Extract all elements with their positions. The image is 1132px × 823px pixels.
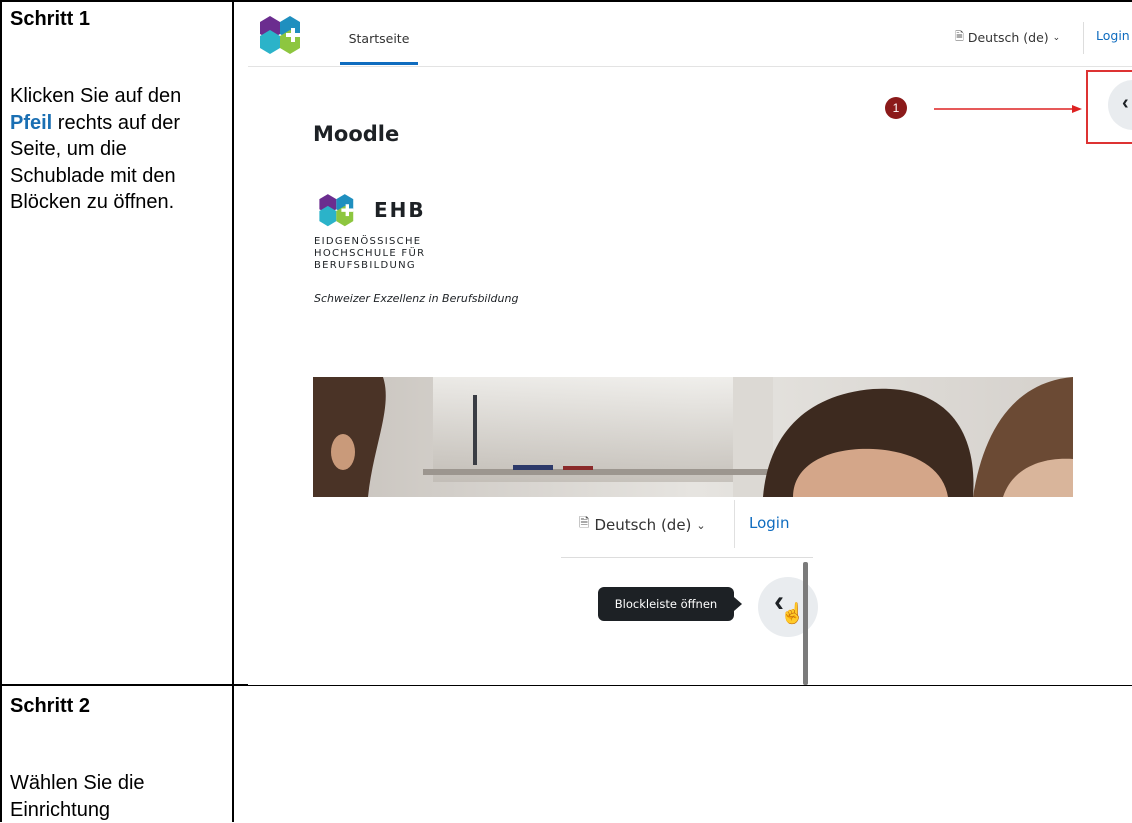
language-selector[interactable]: 🗎 Deutsch (de) ⌄ — [955, 28, 1060, 47]
chevron-down-icon: ⌄ — [1052, 32, 1061, 42]
tab-active-indicator — [340, 62, 418, 65]
zoom-detail: 🗎 Deutsch (de) ⌄ Login Blockleiste öffne… — [561, 500, 821, 685]
ehb-logo-line3: BERUFSBILDUNG — [314, 260, 416, 271]
zoom-chevron-down-icon: ⌄ — [696, 519, 706, 532]
ehb-logo-icon — [319, 194, 354, 227]
hand-cursor-icon: ☝ — [780, 603, 805, 625]
page-title: Moodle — [313, 122, 400, 146]
ehb-logo-name: EHB — [374, 198, 426, 222]
zoom-language-label: Deutsch (de) — [594, 516, 692, 534]
ehb-logo-line2: HOCHSCHULE FÜR — [314, 248, 426, 259]
tooltip-label: Blockleiste öffnen — [614, 597, 718, 611]
callout-arrow-icon — [934, 101, 1084, 117]
moodle-screenshot: Startseite 🗎 Deutsch (de) ⌄ Login 1 ‹ Mo… — [248, 10, 1132, 685]
callout-number: 1 — [892, 101, 900, 115]
language-icon: 🗎 — [955, 31, 964, 43]
step1-highlight: Pfeil — [10, 111, 53, 134]
nav-divider — [1083, 22, 1084, 54]
table-column-divider — [232, 0, 234, 822]
zoom-scrollbar[interactable] — [803, 562, 808, 685]
zoom-navbar-border — [561, 557, 813, 558]
table-top-border — [0, 0, 1132, 2]
callout-number-badge: 1 — [885, 97, 907, 119]
step2-title: Schritt 2 — [10, 695, 91, 717]
ehb-logo-tagline: Schweizer Exzellenz in Berufsbildung — [314, 292, 519, 305]
zoom-language-icon: 🗎 — [579, 515, 590, 530]
login-link[interactable]: Login — [1096, 28, 1130, 43]
step1-instructions: Klicken Sie auf den Pfeil rechts auf der… — [10, 83, 222, 216]
ehb-logo: EHB EIDGENÖSSISCHE HOCHSCHULE FÜR BERUFS… — [314, 190, 656, 315]
tooltip-pointer — [734, 597, 742, 611]
chevron-left-icon: ‹ — [1122, 92, 1129, 114]
zoom-language-selector[interactable]: 🗎 Deutsch (de) ⌄ — [579, 514, 706, 536]
tab-startseite[interactable]: Startseite — [340, 10, 418, 66]
zoom-drawer-toggle-button[interactable]: ‹ ☝ — [758, 577, 818, 637]
moodle-navbar: Startseite 🗎 Deutsch (de) ⌄ Login — [248, 10, 1132, 67]
ehb-logo-line1: EIDGENÖSSISCHE — [314, 236, 422, 247]
zoom-nav-divider — [734, 500, 735, 548]
table-left-border — [0, 0, 2, 822]
tooltip-blockleiste-oeffnen: Blockleiste öffnen — [598, 587, 734, 621]
moodle-logo-icon[interactable] — [256, 12, 308, 60]
step2-instructions: Wählen Sie die Einrichtung — [10, 772, 145, 821]
step1-title: Schritt 1 — [10, 8, 91, 30]
zoom-login-link[interactable]: Login — [749, 514, 789, 532]
banner-photo — [313, 377, 1073, 497]
language-label: Deutsch (de) — [967, 30, 1049, 45]
step1-text-before: Klicken Sie auf den — [10, 85, 182, 107]
